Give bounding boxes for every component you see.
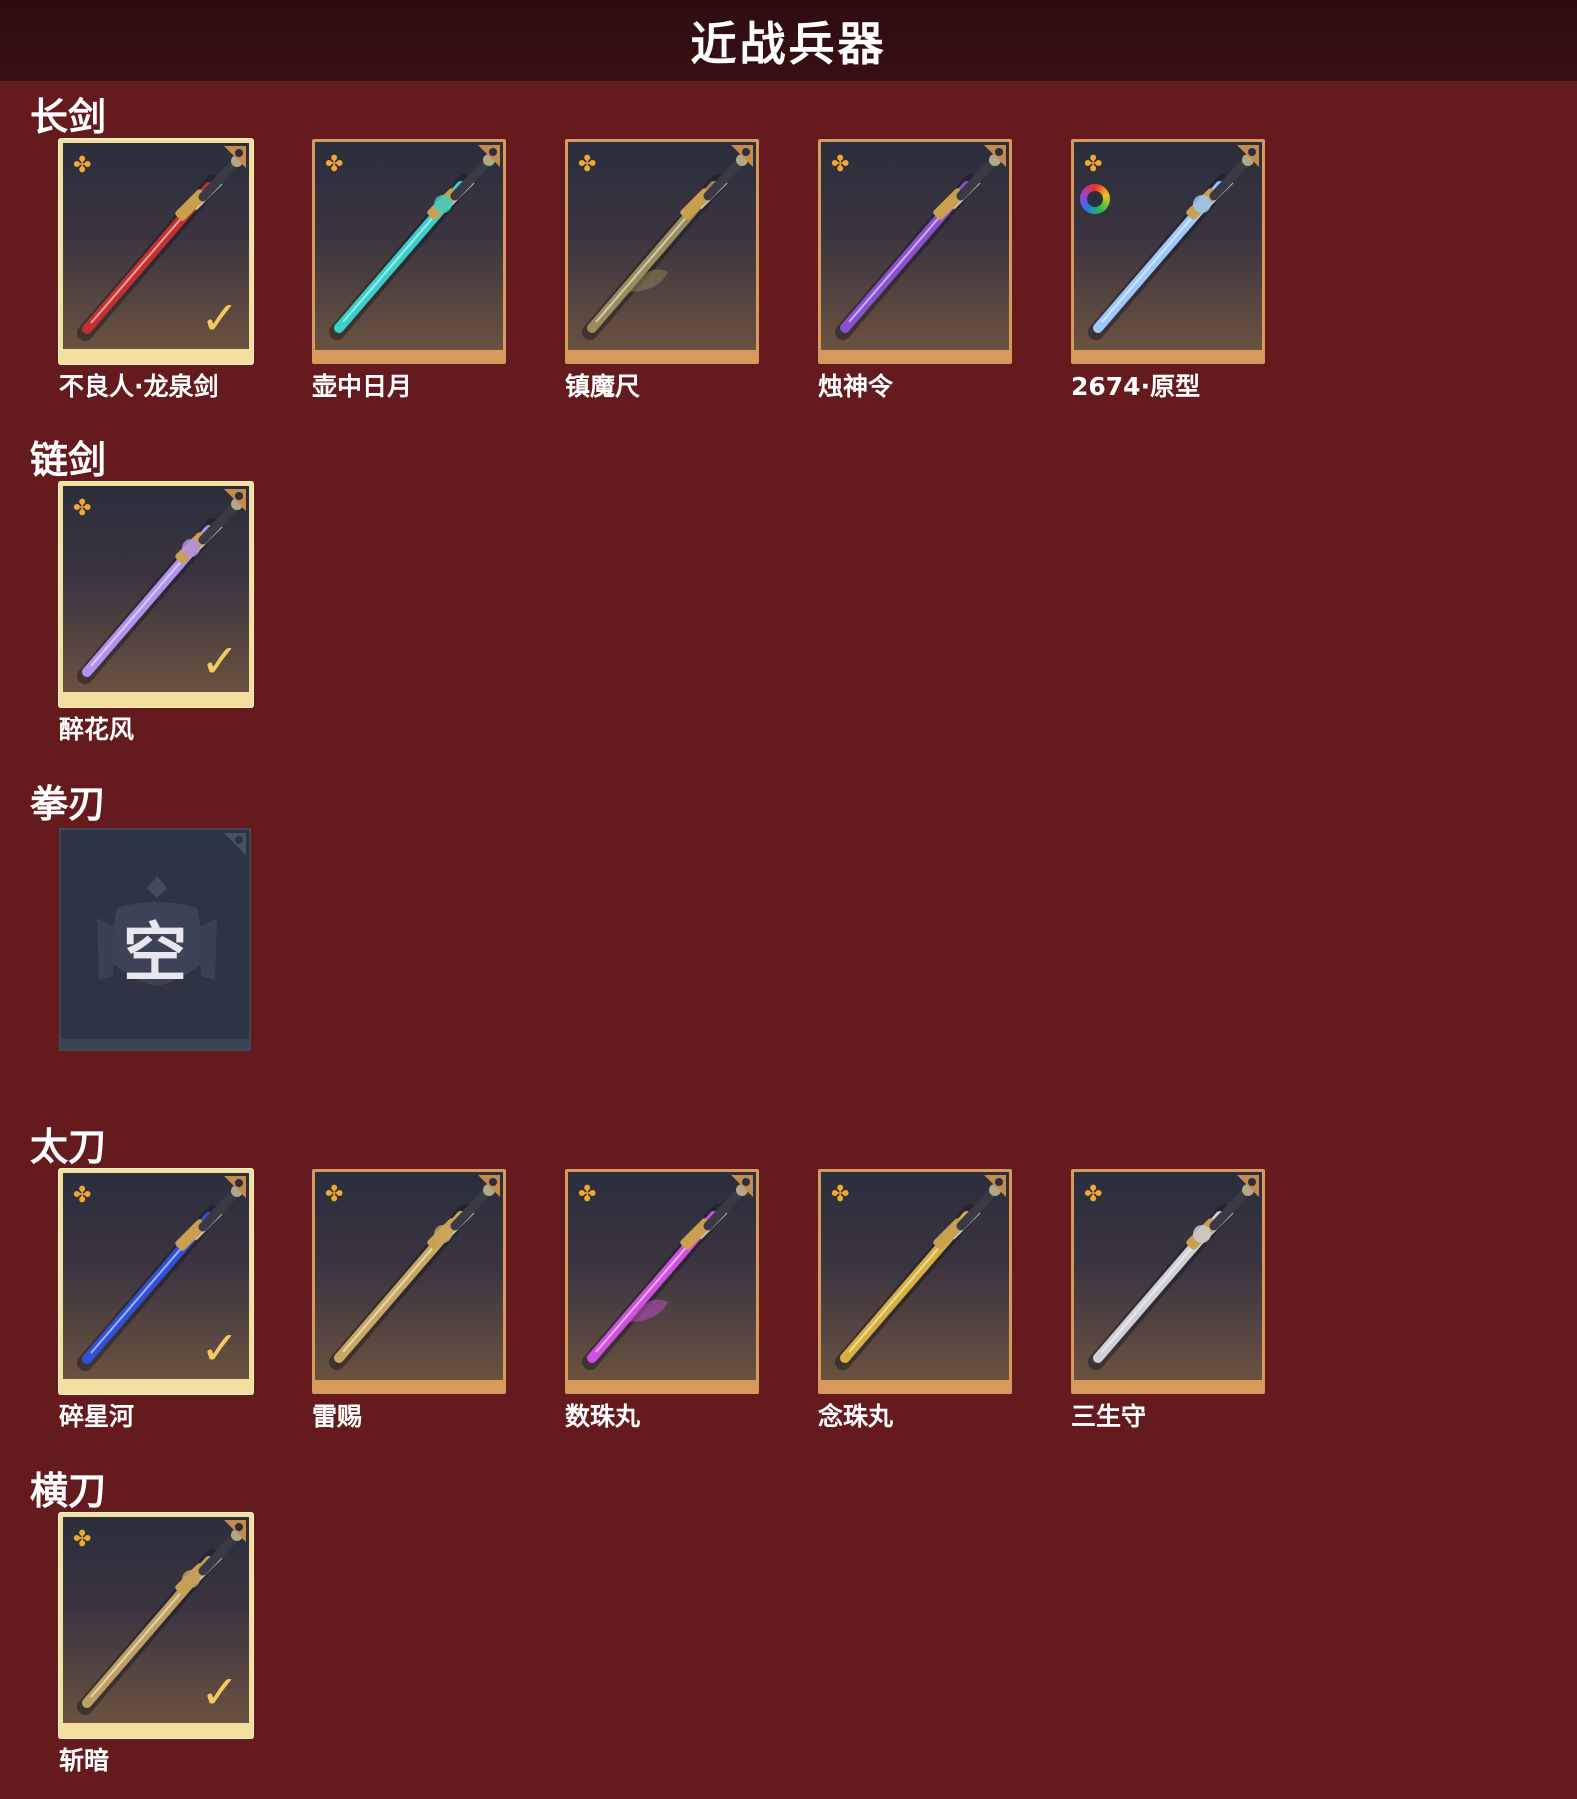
rarity-flower-icon: ✤ bbox=[578, 152, 597, 177]
equipped-check-icon: ✓ bbox=[200, 1665, 239, 1719]
weapon-name: 雷赐 bbox=[312, 1402, 363, 1431]
weapon-card[interactable]: ✤ 数珠丸 bbox=[565, 1169, 759, 1431]
weapon-name: 碎星河 bbox=[59, 1402, 135, 1431]
category-title-katana: 太刀 bbox=[30, 1125, 107, 1169]
card-thumbnail: ✤ bbox=[1074, 142, 1262, 350]
weapon-name: 壶中日月 bbox=[312, 372, 413, 401]
weapon-card[interactable]: ✤ ✓ 不良人·龙泉剑 bbox=[59, 139, 253, 401]
card-thumbnail: ✤ ✓ bbox=[63, 143, 249, 349]
equipped-check-icon: ✓ bbox=[200, 634, 239, 688]
rarity-flower-icon: ✤ bbox=[73, 496, 92, 521]
title-bar: 近战兵器 bbox=[0, 0, 1577, 81]
card-thumbnail: ✤ bbox=[568, 1172, 756, 1380]
rarity-flower-icon: ✤ bbox=[831, 152, 850, 177]
weapon-card[interactable]: ✤ ✓ 碎星河 bbox=[59, 1169, 253, 1431]
rarity-flower-icon: ✤ bbox=[73, 1183, 92, 1208]
rarity-flower-icon: ✤ bbox=[831, 1182, 850, 1207]
weapon-card[interactable]: ✤ 三生守 bbox=[1071, 1169, 1265, 1431]
card-thumbnail: ✤ bbox=[315, 1172, 503, 1380]
empty-weapon-slot[interactable]: 空 bbox=[59, 828, 251, 1051]
weapon-card[interactable]: ✤ 壶中日月 bbox=[312, 139, 506, 401]
color-wheel-icon bbox=[1080, 184, 1110, 214]
category-title-chainsword: 链剑 bbox=[30, 438, 107, 482]
weapon-name: 数珠丸 bbox=[565, 1402, 641, 1431]
card-thumbnail: ✤ bbox=[1074, 1172, 1262, 1380]
weapon-name: 三生守 bbox=[1071, 1402, 1147, 1431]
weapon-card[interactable]: ✤ 烛神令 bbox=[818, 139, 1012, 401]
corner-dot-icon bbox=[1248, 148, 1256, 156]
card-thumbnail: ✤ bbox=[315, 142, 503, 350]
weapon-name: 念珠丸 bbox=[818, 1402, 894, 1431]
card-thumbnail: ✤ ✓ bbox=[63, 486, 249, 692]
corner-dot-icon bbox=[235, 492, 243, 500]
rarity-flower-icon: ✤ bbox=[73, 1527, 92, 1552]
weapon-name: 烛神令 bbox=[818, 372, 894, 401]
weapon-card[interactable]: ✤ 镇魔尺 bbox=[565, 139, 759, 401]
equipped-check-icon: ✓ bbox=[200, 291, 239, 345]
card-thumbnail: ✤ bbox=[821, 1172, 1009, 1380]
corner-dot-icon bbox=[235, 836, 243, 844]
rarity-flower-icon: ✤ bbox=[325, 152, 344, 177]
rarity-flower-icon: ✤ bbox=[73, 153, 92, 178]
corner-dot-icon bbox=[742, 1178, 750, 1186]
equipped-check-icon: ✓ bbox=[200, 1321, 239, 1375]
category-title-fistblade: 拳刃 bbox=[30, 782, 107, 826]
category-title-saber: 横刀 bbox=[30, 1469, 107, 1513]
corner-dot-icon bbox=[489, 148, 497, 156]
weapon-name: 醉花风 bbox=[59, 715, 135, 744]
empty-slot-bar bbox=[61, 1039, 249, 1049]
weapon-card[interactable]: ✤ ✓ 醉花风 bbox=[59, 482, 253, 744]
card-thumbnail: ✤ bbox=[568, 142, 756, 350]
category-title-longsword: 长剑 bbox=[30, 95, 107, 139]
corner-dot-icon bbox=[742, 148, 750, 156]
corner-dot-icon bbox=[235, 1179, 243, 1187]
corner-dot-icon bbox=[1248, 1178, 1256, 1186]
corner-dot-icon bbox=[995, 1178, 1003, 1186]
weapon-card[interactable]: ✤ ✓ 斩暗 bbox=[59, 1513, 253, 1775]
weapon-name: 镇魔尺 bbox=[565, 372, 641, 401]
card-thumbnail: ✤ ✓ bbox=[63, 1173, 249, 1379]
corner-dot-icon bbox=[235, 1523, 243, 1531]
rarity-flower-icon: ✤ bbox=[1084, 1182, 1103, 1207]
corner-tab-icon bbox=[224, 833, 246, 855]
page-title: 近战兵器 bbox=[690, 16, 887, 71]
weapon-card[interactable]: ✤ 2674·原型 bbox=[1071, 139, 1265, 401]
weapon-card[interactable]: ✤ 念珠丸 bbox=[818, 1169, 1012, 1431]
corner-dot-icon bbox=[489, 1178, 497, 1186]
card-thumbnail: ✤ bbox=[821, 142, 1009, 350]
weapon-name: 2674·原型 bbox=[1071, 372, 1201, 401]
corner-dot-icon bbox=[995, 148, 1003, 156]
weapon-card[interactable]: ✤ 雷赐 bbox=[312, 1169, 506, 1431]
empty-slot-label: 空 bbox=[123, 916, 187, 991]
rarity-flower-icon: ✤ bbox=[578, 1182, 597, 1207]
weapon-name: 斩暗 bbox=[59, 1746, 110, 1775]
weapon-name: 不良人·龙泉剑 bbox=[59, 372, 219, 401]
corner-dot-icon bbox=[235, 149, 243, 157]
rarity-flower-icon: ✤ bbox=[1084, 152, 1103, 177]
rarity-flower-icon: ✤ bbox=[325, 1182, 344, 1207]
card-thumbnail: ✤ ✓ bbox=[63, 1517, 249, 1723]
